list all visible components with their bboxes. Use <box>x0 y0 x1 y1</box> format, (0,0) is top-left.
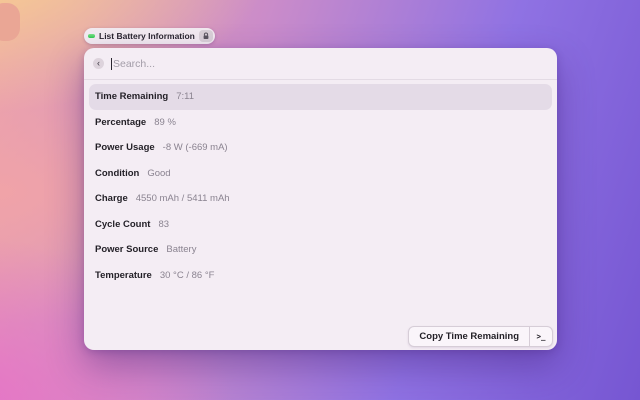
item-label: Temperature <box>95 269 152 281</box>
item-value: Battery <box>166 244 197 256</box>
lock-badge <box>198 30 213 42</box>
item-value: 7:11 <box>176 91 194 103</box>
terminal-shortcut-button[interactable]: >_ <box>530 327 552 346</box>
list-item[interactable]: Percentage 89 % <box>89 110 552 136</box>
list-item[interactable]: Power Usage -8 W (-669 mA) <box>89 135 552 161</box>
item-label: Power Source <box>95 244 159 256</box>
item-value: 83 <box>158 218 170 230</box>
list-item[interactable]: Condition Good <box>89 161 552 187</box>
search-bar: ‹ <box>84 48 557 79</box>
item-label: Percentage <box>95 116 147 128</box>
item-value: 89 % <box>154 116 176 128</box>
primary-action-group: Copy Time Remaining >_ <box>408 326 553 347</box>
battery-command-icon <box>88 34 95 38</box>
item-value: Good <box>147 167 171 179</box>
launcher-window: ‹ Time Remaining 7:11 Percentage 89 % Po… <box>84 48 557 350</box>
copy-time-remaining-button[interactable]: Copy Time Remaining <box>409 327 529 346</box>
item-label: Condition <box>95 167 140 179</box>
list-item[interactable]: Cycle Count 83 <box>89 212 552 238</box>
command-title-pill[interactable]: List Battery Information <box>84 28 215 44</box>
item-value: 30 °C / 86 °F <box>159 269 215 281</box>
list-item[interactable]: Charge 4550 mAh / 5411 mAh <box>89 186 552 212</box>
battery-info-list: Time Remaining 7:11 Percentage 89 % Powe… <box>84 80 557 288</box>
search-input[interactable] <box>112 57 548 70</box>
item-label: Charge <box>95 193 128 205</box>
action-bar: Copy Time Remaining >_ <box>408 326 553 347</box>
item-label: Cycle Count <box>95 218 151 230</box>
item-value: -8 W (-669 mA) <box>162 142 228 154</box>
item-label: Power Usage <box>95 142 155 154</box>
item-value: 4550 mAh / 5411 mAh <box>135 193 230 205</box>
list-item[interactable]: Time Remaining 7:11 <box>89 84 552 110</box>
command-title: List Battery Information <box>99 31 195 41</box>
list-item[interactable]: Power Source Battery <box>89 237 552 263</box>
background-blob <box>0 3 20 41</box>
item-label: Time Remaining <box>95 91 169 103</box>
back-button[interactable]: ‹ <box>93 58 104 69</box>
lock-icon <box>203 32 209 40</box>
list-item[interactable]: Temperature 30 °C / 86 °F <box>89 263 552 289</box>
terminal-icon: >_ <box>536 332 546 341</box>
chevron-left-icon: ‹ <box>97 57 100 68</box>
